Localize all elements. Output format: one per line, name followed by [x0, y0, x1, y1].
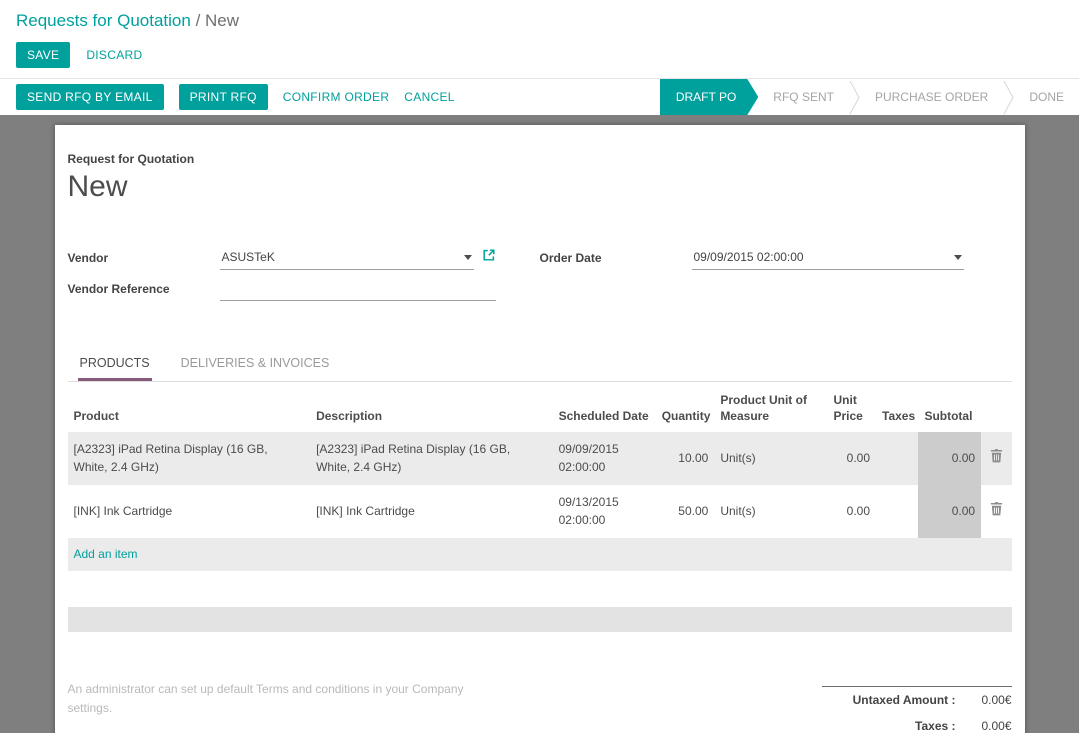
untaxed-amount-value: 0.00€: [966, 693, 1012, 707]
sheet-subtitle: Request for Quotation: [68, 152, 1012, 166]
vendor-label: Vendor: [68, 251, 220, 270]
status-step-label: PURCHASE ORDER: [875, 90, 988, 104]
tab-products[interactable]: PRODUCTS: [78, 345, 152, 381]
tab-deliveries-invoices[interactable]: DELIVERIES & INVOICES: [179, 345, 332, 381]
untaxed-amount-row: Untaxed Amount : 0.00€: [822, 686, 1012, 713]
status-step-done[interactable]: DONE: [1014, 79, 1079, 115]
action-bar: SEND RFQ BY EMAIL PRINT RFQ CONFIRM ORDE…: [0, 78, 1079, 115]
vendor-reference-field-row: Vendor Reference: [68, 282, 496, 301]
taxes-label: Taxes :: [915, 719, 955, 733]
vendor-input[interactable]: ASUSTeK: [220, 250, 474, 270]
chevron-right-icon: [849, 79, 860, 116]
add-item-link[interactable]: Add an item: [68, 538, 1012, 571]
cell-description[interactable]: [INK] Ink Cartridge: [310, 485, 553, 538]
table-row: [INK] Ink Cartridge [INK] Ink Cartridge …: [68, 485, 1012, 538]
order-lines-table: Product Description Scheduled Date Quant…: [68, 382, 1012, 571]
order-date-value: 09/09/2015 02:00:00: [694, 250, 804, 264]
chevron-right-icon: [1003, 79, 1014, 116]
record-actions: SAVE DISCARD: [16, 42, 1063, 68]
cell-scheduled-date[interactable]: 09/09/2015 02:00:00: [553, 432, 656, 485]
cell-taxes[interactable]: [876, 432, 918, 485]
status-step-purchase-order[interactable]: PURCHASE ORDER: [860, 79, 1003, 115]
col-header-actions: [981, 382, 1011, 432]
breadcrumb-separator: /: [196, 11, 201, 30]
delete-row-button[interactable]: [981, 485, 1011, 538]
breadcrumb: Requests for Quotation / New: [16, 11, 1063, 31]
cell-scheduled-date[interactable]: 09/13/2015 02:00:00: [553, 485, 656, 538]
form-sheet: Request for Quotation New Vendor ASUSTeK: [55, 125, 1025, 733]
taxes-value: 0.00€: [966, 719, 1012, 733]
cell-subtotal: 0.00: [918, 432, 981, 485]
status-step-draft-po[interactable]: DRAFT PO: [660, 79, 758, 115]
col-header-scheduled-date: Scheduled Date: [553, 382, 656, 432]
terms-textarea[interactable]: An administrator can set up default Term…: [68, 680, 490, 733]
col-header-subtotal: Subtotal: [918, 382, 981, 432]
order-date-field-row: Order Date 09/09/2015 02:00:00: [540, 248, 964, 270]
col-header-product: Product: [68, 382, 311, 432]
cell-uom[interactable]: Unit(s): [714, 485, 827, 538]
order-date-input[interactable]: 09/09/2015 02:00:00: [692, 250, 964, 270]
untaxed-amount-label: Untaxed Amount :: [853, 693, 956, 707]
print-rfq-button[interactable]: PRINT RFQ: [179, 84, 268, 110]
col-header-unit-price: Unit Price: [828, 382, 877, 432]
status-step-label: DONE: [1029, 90, 1064, 104]
cancel-button[interactable]: CANCEL: [404, 84, 454, 110]
cell-description[interactable]: [A2323] iPad Retina Display (16 GB, Whit…: [310, 432, 553, 485]
vendor-field-row: Vendor ASUSTeK: [68, 248, 496, 270]
cell-quantity[interactable]: 50.00: [656, 485, 715, 538]
trash-icon: [990, 502, 1003, 516]
cell-uom[interactable]: Unit(s): [714, 432, 827, 485]
external-link-icon[interactable]: [482, 248, 496, 270]
chevron-down-icon[interactable]: [954, 255, 962, 260]
col-header-taxes: Taxes: [876, 382, 918, 432]
notebook-tabs: PRODUCTS DELIVERIES & INVOICES: [68, 345, 1012, 382]
vendor-value: ASUSTeK: [222, 250, 275, 264]
save-button[interactable]: SAVE: [16, 42, 70, 68]
col-header-quantity: Quantity: [656, 382, 715, 432]
form-grid-spacer: [540, 282, 964, 301]
discard-button[interactable]: DISCARD: [86, 42, 142, 68]
vendor-reference-input[interactable]: [220, 282, 496, 301]
empty-section-bar: [68, 607, 1012, 632]
form-fields: Vendor ASUSTeK Order Date 09/09/2015 02:…: [68, 248, 1012, 301]
page-title: New: [68, 170, 1012, 204]
statusbar: DRAFT PO RFQ SENT PURCHASE ORDER DONE: [660, 79, 1079, 115]
status-step-label: DRAFT PO: [676, 90, 736, 104]
vendor-reference-label: Vendor Reference: [68, 282, 220, 301]
top-bar: Requests for Quotation / New SAVE DISCAR…: [0, 0, 1079, 78]
cell-quantity[interactable]: 10.00: [656, 432, 715, 485]
col-header-description: Description: [310, 382, 553, 432]
cell-product[interactable]: [INK] Ink Cartridge: [68, 485, 311, 538]
totals-summary: Untaxed Amount : 0.00€ Taxes : 0.00€ Tot…: [822, 686, 1012, 733]
action-buttons: SEND RFQ BY EMAIL PRINT RFQ CONFIRM ORDE…: [16, 79, 455, 115]
sheet-footer: An administrator can set up default Term…: [68, 680, 1012, 733]
delete-row-button[interactable]: [981, 432, 1011, 485]
trash-icon: [990, 449, 1003, 463]
breadcrumb-current: New: [205, 11, 239, 30]
send-rfq-by-email-button[interactable]: SEND RFQ BY EMAIL: [16, 84, 164, 110]
cell-product[interactable]: [A2323] iPad Retina Display (16 GB, Whit…: [68, 432, 311, 485]
add-item-row: Add an item: [68, 538, 1012, 571]
cell-unit-price[interactable]: 0.00: [828, 432, 877, 485]
table-row: [A2323] iPad Retina Display (16 GB, Whit…: [68, 432, 1012, 485]
content-area: Request for Quotation New Vendor ASUSTeK: [0, 115, 1079, 733]
status-step-rfq-sent[interactable]: RFQ SENT: [758, 79, 849, 115]
cell-taxes[interactable]: [876, 485, 918, 538]
order-date-label: Order Date: [540, 251, 692, 270]
terms-placeholder: An administrator can set up default Term…: [68, 682, 464, 715]
taxes-row: Taxes : 0.00€: [822, 713, 1012, 733]
status-step-label: RFQ SENT: [773, 90, 834, 104]
confirm-order-button[interactable]: CONFIRM ORDER: [283, 84, 390, 110]
chevron-down-icon[interactable]: [464, 255, 472, 260]
cell-subtotal: 0.00: [918, 485, 981, 538]
table-header-row: Product Description Scheduled Date Quant…: [68, 382, 1012, 432]
col-header-uom: Product Unit of Measure: [714, 382, 827, 432]
cell-unit-price[interactable]: 0.00: [828, 485, 877, 538]
breadcrumb-root-link[interactable]: Requests for Quotation: [16, 11, 191, 30]
